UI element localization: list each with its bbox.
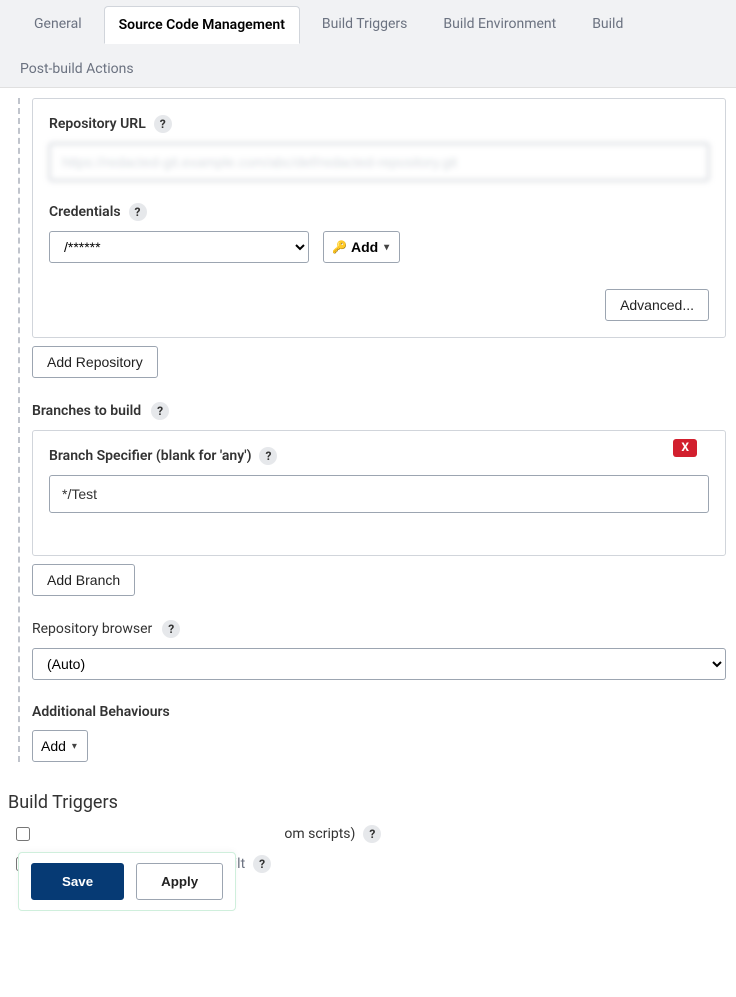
credentials-label-row: Credentials ?	[49, 203, 709, 221]
repo-url-label-row: Repository URL ?	[49, 115, 709, 133]
repo-browser-label: Repository browser	[32, 621, 152, 637]
repo-url-label: Repository URL	[49, 116, 146, 132]
tabs-bar: General Source Code Management Build Tri…	[0, 0, 736, 88]
key-icon: 🔑	[332, 240, 347, 254]
help-icon[interactable]: ?	[363, 825, 381, 843]
apply-button[interactable]: Apply	[136, 863, 223, 900]
drag-track: Repository URL ? Credentials ? /****** 🔑…	[18, 98, 726, 762]
branches-section-header: Branches to build ?	[32, 402, 726, 420]
help-icon[interactable]: ?	[253, 855, 271, 873]
chevron-down-icon: ▾	[384, 242, 389, 253]
help-icon[interactable]: ?	[162, 620, 180, 638]
tab-build-triggers[interactable]: Build Triggers	[308, 6, 421, 43]
help-icon[interactable]: ?	[129, 203, 147, 221]
add-repository-button[interactable]: Add Repository	[32, 346, 158, 378]
trigger-remote-row: placeholder placeholder placeholder fr o…	[16, 825, 726, 843]
tab-build[interactable]: Build	[578, 6, 637, 43]
repo-url-input[interactable]	[49, 143, 709, 181]
build-triggers-heading: Build Triggers	[8, 792, 726, 813]
advanced-button[interactable]: Advanced...	[605, 289, 709, 321]
add-branch-button[interactable]: Add Branch	[32, 564, 135, 596]
help-icon[interactable]: ?	[154, 115, 172, 133]
add-behaviour-label: Add	[41, 738, 66, 754]
branch-specifier-label-row: Branch Specifier (blank for 'any') ?	[49, 447, 709, 465]
chevron-down-icon: ▾	[72, 741, 77, 752]
trigger-remote-partial-label: om scripts)	[284, 826, 355, 842]
add-behaviour-button[interactable]: Add ▾	[32, 730, 88, 762]
behaviours-header: Additional Behaviours	[32, 704, 726, 720]
add-credentials-button[interactable]: 🔑 Add ▾	[323, 231, 400, 263]
credentials-label: Credentials	[49, 204, 121, 220]
repo-browser-select[interactable]: (Auto)	[32, 648, 726, 680]
advanced-row: Advanced...	[49, 289, 709, 321]
help-icon[interactable]: ?	[259, 447, 277, 465]
repository-panel: Repository URL ? Credentials ? /****** 🔑…	[32, 98, 726, 338]
branch-panel: X Branch Specifier (blank for 'any') ?	[32, 430, 726, 556]
delete-branch-button[interactable]: X	[673, 439, 697, 457]
help-icon[interactable]: ?	[151, 402, 169, 420]
add-credentials-label: Add	[351, 239, 378, 255]
credentials-row: /****** 🔑 Add ▾	[49, 231, 709, 263]
branch-specifier-input[interactable]	[49, 475, 709, 513]
branch-specifier-label: Branch Specifier (blank for 'any')	[49, 448, 251, 464]
branches-label: Branches to build	[32, 403, 141, 419]
footer-bar: Save Apply	[18, 852, 236, 911]
trigger-remote-checkbox[interactable]	[16, 827, 30, 841]
credentials-select[interactable]: /******	[49, 231, 309, 263]
tab-post-build[interactable]: Post-build Actions	[20, 51, 148, 87]
tab-scm[interactable]: Source Code Management	[104, 6, 300, 44]
behaviours-label: Additional Behaviours	[32, 704, 170, 720]
save-button[interactable]: Save	[31, 863, 124, 900]
tab-build-environment[interactable]: Build Environment	[429, 6, 570, 43]
repo-browser-header: Repository browser ?	[32, 620, 726, 638]
tab-general[interactable]: General	[20, 6, 96, 43]
